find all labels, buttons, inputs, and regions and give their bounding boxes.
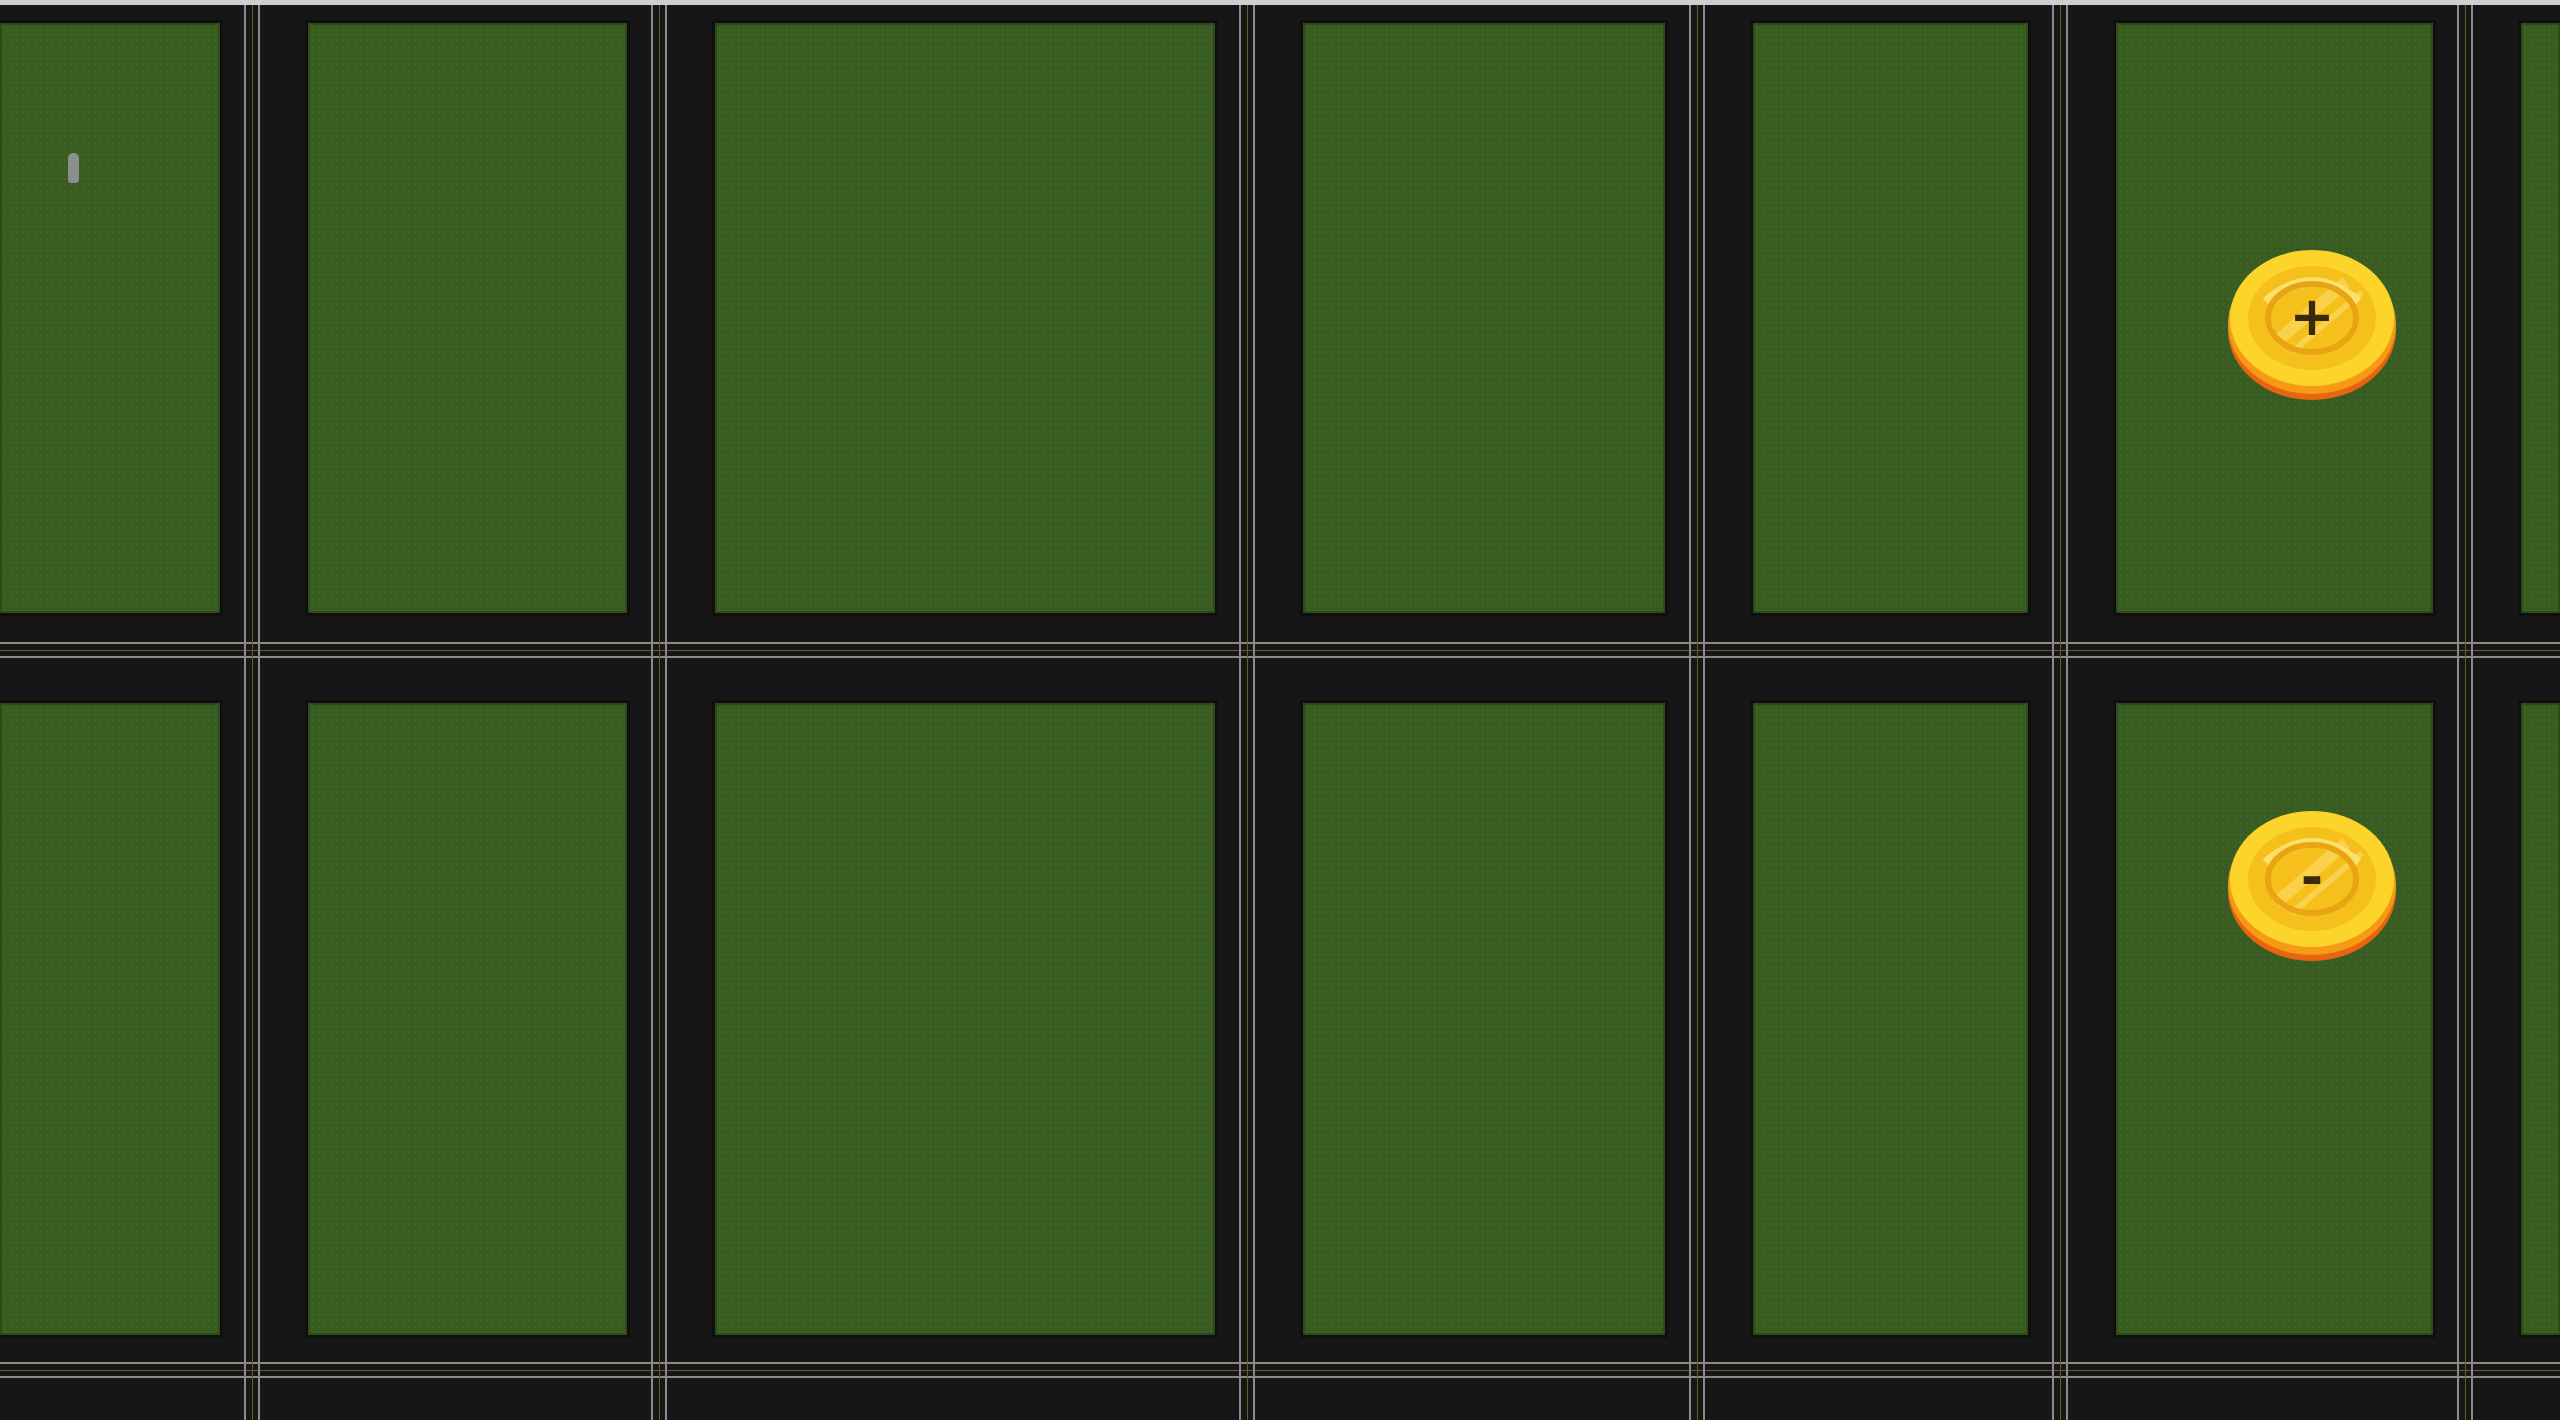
- zoom-in-label: +: [2289, 285, 2334, 348]
- zoom-in-button[interactable]: +: [2226, 242, 2398, 402]
- grass-block: [0, 23, 220, 613]
- grass-block: [1303, 703, 1665, 1335]
- grass-block: [308, 23, 627, 613]
- grass-block: [2116, 703, 2433, 1335]
- zoom-out-button[interactable]: -: [2226, 803, 2398, 963]
- vertical-road: [2433, 5, 2521, 1420]
- coin-plus-icon: +: [2228, 250, 2396, 400]
- vertical-road: [1215, 5, 1303, 1420]
- grass-block: [308, 703, 627, 1335]
- grass-block: [1753, 703, 2028, 1335]
- grass-block: [2521, 703, 2560, 1335]
- grass-block: [2521, 23, 2560, 613]
- player-marker: [68, 153, 79, 183]
- vertical-road: [1665, 5, 1753, 1420]
- coin-minus-icon: -: [2228, 811, 2396, 961]
- grass-block: [0, 703, 220, 1335]
- vertical-road: [220, 5, 308, 1420]
- grass-block: [1753, 23, 2028, 613]
- vertical-road: [2028, 5, 2116, 1420]
- grass-block: [715, 703, 1215, 1335]
- grass-block: [1303, 23, 1665, 613]
- zoom-out-label: -: [2301, 846, 2323, 909]
- vertical-road: [627, 5, 715, 1420]
- grass-block: [715, 23, 1215, 613]
